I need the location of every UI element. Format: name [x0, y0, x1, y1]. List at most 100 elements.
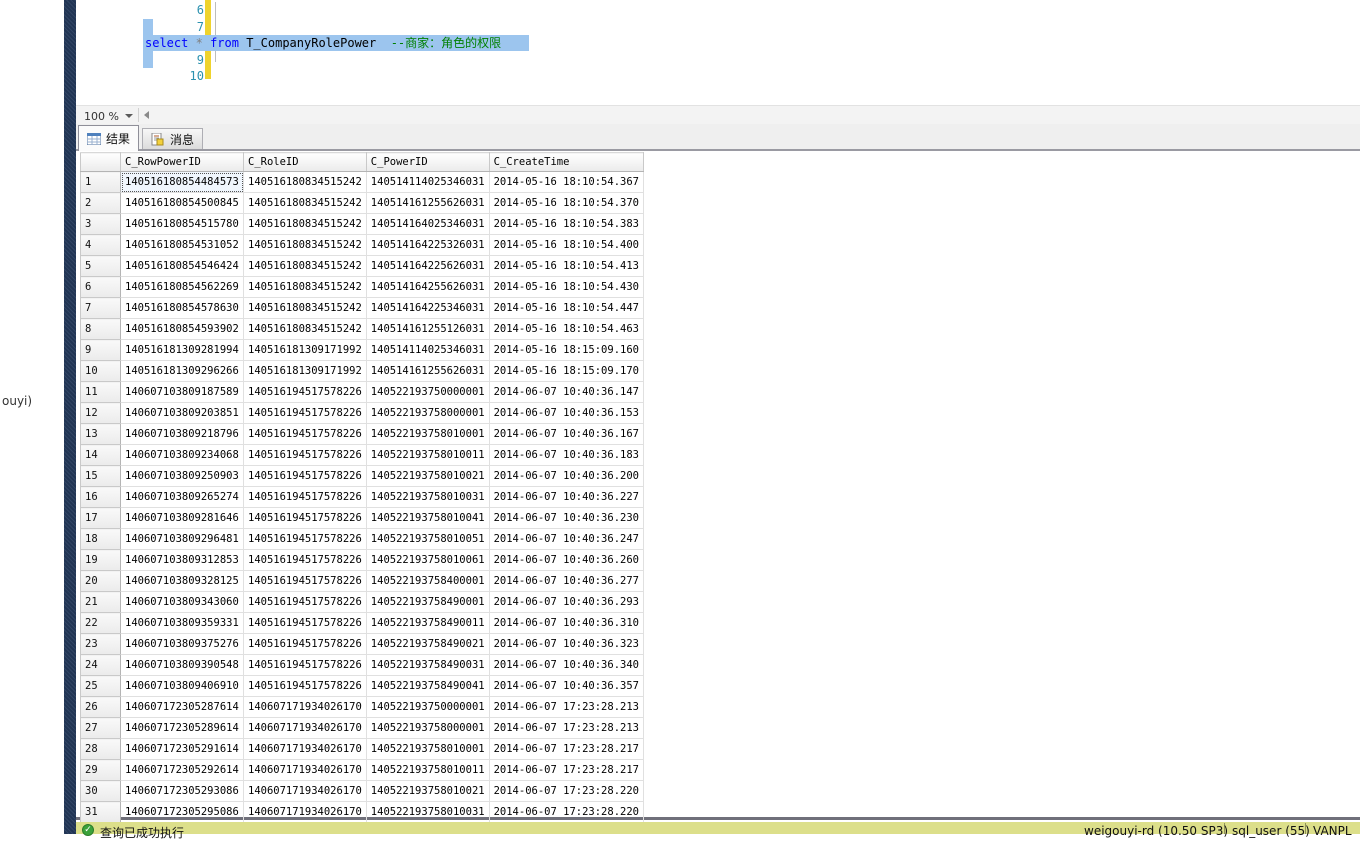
grid-cell[interactable]: 140516180854484573 [121, 172, 244, 193]
grid-cell[interactable]: 140522193758490021 [366, 634, 489, 655]
grid-cell[interactable]: 2014-05-16 18:10:54.447 [489, 298, 643, 319]
row-number[interactable]: 21 [81, 592, 121, 613]
select-all-corner[interactable] [81, 153, 121, 172]
grid-cell[interactable]: 140516194517578226 [244, 655, 367, 676]
grid-cell[interactable]: 140516180854546424 [121, 256, 244, 277]
grid-cell[interactable]: 140522193758000001 [366, 403, 489, 424]
grid-cell[interactable]: 140607103809265274 [121, 487, 244, 508]
row-number[interactable]: 8 [81, 319, 121, 340]
grid-cell[interactable]: 140607171934026170 [244, 802, 367, 823]
grid-cell[interactable]: 140516194517578226 [244, 550, 367, 571]
grid-cell[interactable]: 140522193758490011 [366, 613, 489, 634]
row-number[interactable]: 27 [81, 718, 121, 739]
grid-cell[interactable]: 140514114025346031 [366, 340, 489, 361]
grid-cell[interactable]: 140516194517578226 [244, 529, 367, 550]
grid-cell[interactable]: 140522193758010051 [366, 529, 489, 550]
grid-cell[interactable]: 2014-05-16 18:10:54.400 [489, 235, 643, 256]
grid-cell[interactable]: 2014-06-07 17:23:28.217 [489, 760, 643, 781]
grid-cell[interactable]: 140516180834515242 [244, 256, 367, 277]
grid-cell[interactable]: 2014-06-07 10:40:36.227 [489, 487, 643, 508]
row-number[interactable]: 17 [81, 508, 121, 529]
grid-cell[interactable]: 140516194517578226 [244, 403, 367, 424]
tab-messages[interactable]: 消息 [142, 128, 203, 149]
grid-cell[interactable]: 2014-05-16 18:10:54.383 [489, 214, 643, 235]
grid-cell[interactable]: 140607103809359331 [121, 613, 244, 634]
grid-cell[interactable]: 140607171934026170 [244, 739, 367, 760]
grid-cell[interactable]: 140607172305287614 [121, 697, 244, 718]
grid-cell[interactable]: 140607103809312853 [121, 550, 244, 571]
grid-cell[interactable]: 140516180834515242 [244, 235, 367, 256]
grid-cell[interactable]: 140607103809343060 [121, 592, 244, 613]
column-header[interactable]: C_RoleID [244, 153, 367, 172]
row-number[interactable]: 29 [81, 760, 121, 781]
grid-cell[interactable]: 140522193758490031 [366, 655, 489, 676]
grid-cell[interactable]: 140514161255626031 [366, 361, 489, 382]
row-number[interactable]: 24 [81, 655, 121, 676]
grid-cell[interactable]: 140516180854515780 [121, 214, 244, 235]
grid-cell[interactable]: 2014-06-07 10:40:36.340 [489, 655, 643, 676]
grid-cell[interactable]: 140522193758010031 [366, 487, 489, 508]
grid-cell[interactable]: 140607103809250903 [121, 466, 244, 487]
grid-cell[interactable]: 140514161255626031 [366, 193, 489, 214]
grid-cell[interactable]: 140516181309296266 [121, 361, 244, 382]
grid-cell[interactable]: 140607171934026170 [244, 697, 367, 718]
column-header[interactable]: C_CreateTime [489, 153, 643, 172]
grid-cell[interactable]: 140522193758010031 [366, 802, 489, 823]
grid-cell[interactable]: 2014-06-07 17:23:28.213 [489, 697, 643, 718]
row-number[interactable]: 9 [81, 340, 121, 361]
sql-statement[interactable]: select * from T_CompanyRolePower --商家：角色… [145, 35, 501, 51]
grid-cell[interactable]: 140522193758010061 [366, 550, 489, 571]
row-number[interactable]: 10 [81, 361, 121, 382]
grid-cell[interactable]: 140516180854562269 [121, 277, 244, 298]
grid-cell[interactable]: 140607172305289614 [121, 718, 244, 739]
row-number[interactable]: 28 [81, 739, 121, 760]
grid-cell[interactable]: 2014-06-07 17:23:28.217 [489, 739, 643, 760]
grid-cell[interactable]: 140516194517578226 [244, 592, 367, 613]
grid-cell[interactable]: 140516180834515242 [244, 277, 367, 298]
grid-cell[interactable]: 2014-06-07 10:40:36.310 [489, 613, 643, 634]
grid-cell[interactable]: 2014-06-07 10:40:36.293 [489, 592, 643, 613]
grid-cell[interactable]: 2014-06-07 10:40:36.230 [489, 508, 643, 529]
grid-cell[interactable]: 140514161255126031 [366, 319, 489, 340]
grid-cell[interactable]: 140516180834515242 [244, 214, 367, 235]
grid-cell[interactable]: 140607171934026170 [244, 781, 367, 802]
grid-cell[interactable]: 2014-05-16 18:10:54.463 [489, 319, 643, 340]
grid-cell[interactable]: 140607171934026170 [244, 760, 367, 781]
grid-cell[interactable]: 140607103809234068 [121, 445, 244, 466]
grid-cell[interactable]: 140607103809218796 [121, 424, 244, 445]
grid-cell[interactable]: 2014-05-16 18:10:54.367 [489, 172, 643, 193]
grid-cell[interactable]: 2014-06-07 10:40:36.260 [489, 550, 643, 571]
grid-cell[interactable]: 140516194517578226 [244, 487, 367, 508]
row-number[interactable]: 19 [81, 550, 121, 571]
grid-cell[interactable]: 140522193758000001 [366, 718, 489, 739]
grid-cell[interactable]: 2014-05-16 18:10:54.430 [489, 277, 643, 298]
grid-cell[interactable]: 140516194517578226 [244, 613, 367, 634]
row-number[interactable]: 16 [81, 487, 121, 508]
row-number[interactable]: 15 [81, 466, 121, 487]
grid-cell[interactable]: 140514164225626031 [366, 256, 489, 277]
grid-cell[interactable]: 2014-06-07 10:40:36.357 [489, 676, 643, 697]
row-number[interactable]: 31 [81, 802, 121, 823]
grid-cell[interactable]: 140516181309281994 [121, 340, 244, 361]
grid-cell[interactable]: 140516180854531052 [121, 235, 244, 256]
row-number[interactable]: 6 [81, 277, 121, 298]
grid-cell[interactable]: 2014-06-07 17:23:28.213 [489, 718, 643, 739]
grid-cell[interactable]: 140522193758010011 [366, 760, 489, 781]
grid-cell[interactable]: 140514114025346031 [366, 172, 489, 193]
grid-cell[interactable]: 140607172305292614 [121, 760, 244, 781]
row-number[interactable]: 30 [81, 781, 121, 802]
grid-cell[interactable]: 2014-06-07 10:40:36.277 [489, 571, 643, 592]
row-number[interactable]: 7 [81, 298, 121, 319]
scroll-left-icon[interactable] [144, 111, 149, 119]
row-number[interactable]: 13 [81, 424, 121, 445]
grid-cell[interactable]: 140516181309171992 [244, 340, 367, 361]
grid-cell[interactable]: 140516181309171992 [244, 361, 367, 382]
grid-cell[interactable]: 140516194517578226 [244, 445, 367, 466]
grid-cell[interactable]: 140522193758010021 [366, 466, 489, 487]
tab-results[interactable]: 结果 [78, 125, 139, 151]
grid-cell[interactable]: 2014-06-07 10:40:36.200 [489, 466, 643, 487]
grid-cell[interactable]: 2014-06-07 10:40:36.247 [489, 529, 643, 550]
grid-cell[interactable]: 2014-06-07 10:40:36.147 [489, 382, 643, 403]
row-number[interactable]: 23 [81, 634, 121, 655]
grid-cell[interactable]: 140516194517578226 [244, 571, 367, 592]
